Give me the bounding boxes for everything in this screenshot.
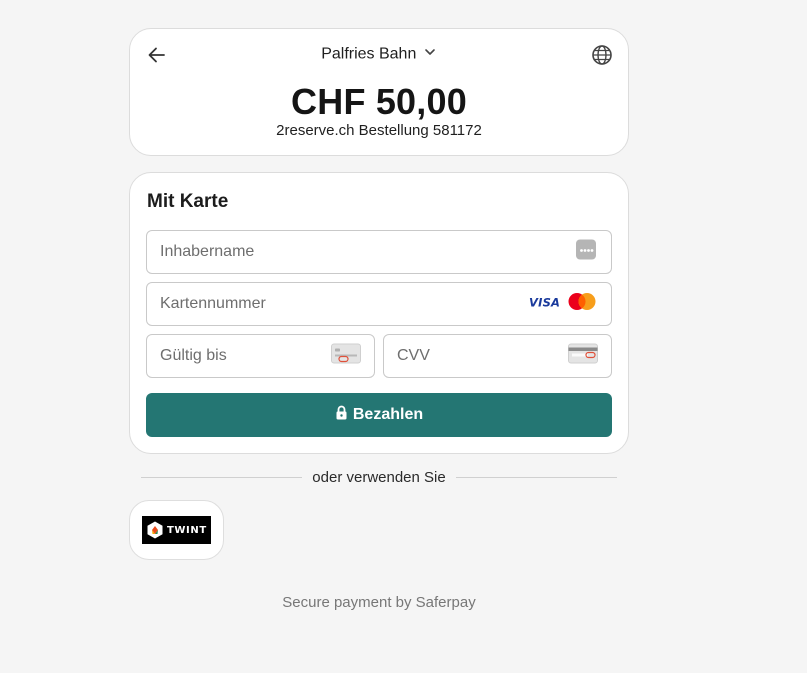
twint-logo: TWINT: [142, 516, 211, 544]
card-payment-form: Mit Karte VISA: [129, 172, 629, 454]
chevron-down-icon: [423, 45, 437, 64]
payment-header-card: Palfries Bahn CHF 50,00 2reserve.ch Best…: [129, 28, 629, 156]
card-expiry-icon: [331, 343, 361, 369]
merchant-selector[interactable]: Palfries Bahn: [130, 45, 628, 64]
visa-icon: VISA: [529, 295, 560, 313]
divider-line-left: [141, 476, 303, 478]
divider-line-right: [455, 476, 618, 478]
pay-button[interactable]: Bezahlen: [146, 393, 612, 437]
language-button[interactable]: [591, 44, 613, 66]
mastercard-icon: [567, 292, 597, 317]
autofill-dots-icon: [575, 239, 597, 266]
divider-text: oder verwenden Sie: [312, 468, 446, 486]
card-cvv-icon: [568, 343, 598, 369]
expiry-field[interactable]: [146, 334, 375, 378]
globe-icon: [592, 45, 612, 65]
lock-icon: [335, 405, 348, 425]
order-reference: 2reserve.ch Bestellung 581172: [276, 122, 482, 139]
twint-label: TWINT: [167, 524, 207, 536]
card-number-field[interactable]: VISA: [146, 282, 612, 326]
twint-payment-button[interactable]: TWINT: [129, 500, 224, 560]
cardholder-input[interactable]: [147, 231, 611, 273]
footer-text: Secure payment by Saferpay: [282, 594, 476, 611]
alternative-payment-divider: oder verwenden Sie: [141, 469, 618, 486]
svg-text:VISA: VISA: [529, 296, 559, 308]
form-title: Mit Karte: [147, 191, 229, 212]
pay-button-label: Bezahlen: [352, 406, 424, 423]
cvv-field[interactable]: [383, 334, 612, 378]
merchant-name: Palfries Bahn: [321, 45, 417, 63]
cardholder-field[interactable]: [146, 230, 612, 274]
payment-amount: CHF 50,00: [291, 81, 467, 122]
twint-shield-icon: [147, 521, 163, 539]
